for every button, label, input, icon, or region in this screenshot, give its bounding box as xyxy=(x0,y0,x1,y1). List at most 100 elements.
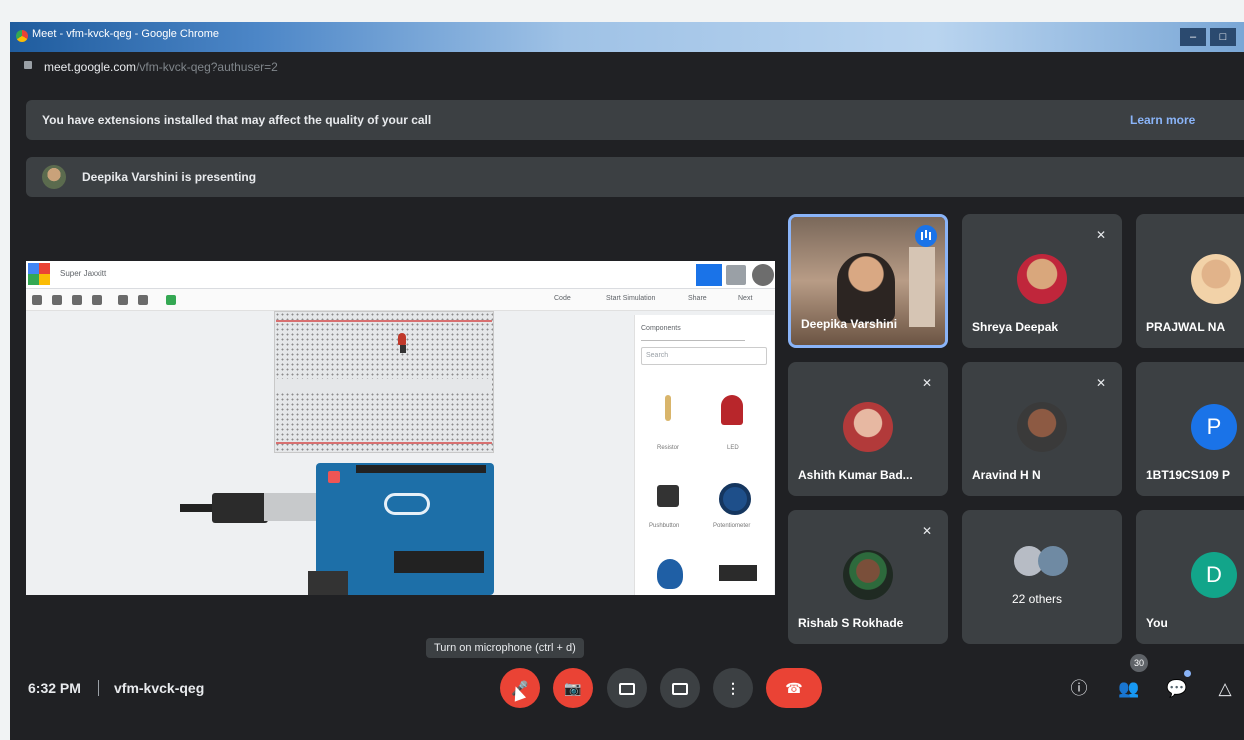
shared-app-header: Super Jaxxitt xyxy=(26,261,775,289)
bottom-bar: 6:32 PM vfm-kvck-qeg 🎤 📷 ⋮ ☎ ⓘ 30 👥 💬 △ xyxy=(10,654,1244,718)
learn-more-link[interactable]: Learn more xyxy=(1130,113,1195,127)
participant-tile[interactable]: Deepika Varshini xyxy=(788,214,948,348)
presenting-text: Deepika Varshini is presenting xyxy=(82,170,257,184)
more-options-button[interactable]: ⋮ xyxy=(713,668,753,708)
participant-avatar xyxy=(1191,254,1241,304)
participants-count-badge: 30 xyxy=(1130,654,1148,672)
arduino-reset-button xyxy=(328,471,340,483)
window-title: Meet - vfm-kvck-qeg - Google Chrome xyxy=(32,28,220,40)
url-path: /vfm-kvck-qeg?authuser=2 xyxy=(136,60,278,74)
url-text: meet.google.com/vfm-kvck-qeg?authuser=2 xyxy=(44,60,278,74)
people-icon[interactable]: 👥 xyxy=(1118,678,1140,700)
arduino-header xyxy=(356,465,486,473)
led-label: LED xyxy=(727,445,739,451)
color-swatch-icon xyxy=(166,295,176,305)
resistor-label: Resistor xyxy=(657,445,680,451)
shared-screen[interactable]: Super Jaxxitt Code Start Simulation Shar… xyxy=(26,261,775,595)
participant-tile[interactable]: P 1BT19CS109 P xyxy=(1136,362,1244,496)
chat-icon[interactable]: 💬 xyxy=(1166,678,1188,700)
shared-toolbar: Code Start Simulation Share Next xyxy=(26,289,775,311)
separator xyxy=(98,680,99,696)
extensions-warning-text: You have extensions installed that may a… xyxy=(42,113,432,127)
others-count: 22 others xyxy=(1012,592,1063,606)
participant-avatar xyxy=(1017,254,1067,304)
participant-name: Ashith Kumar Bad... xyxy=(798,468,913,482)
usb-plug xyxy=(212,493,268,523)
camera-button[interactable]: 📷 xyxy=(553,668,593,708)
start-simulation-label: Start Simulation xyxy=(606,295,656,302)
url-host: meet.google.com xyxy=(44,60,137,74)
video-person xyxy=(837,253,895,323)
captions-icon xyxy=(619,683,635,696)
meeting-info-icon[interactable]: ⓘ xyxy=(1068,678,1090,700)
lock-icon xyxy=(24,61,32,69)
mic-off-icon: ✕ xyxy=(1095,228,1107,242)
participant-name: 1BT19CS109 P xyxy=(1146,468,1231,482)
share-label: Share xyxy=(688,295,707,302)
participant-grid: Deepika Varshini ✕ Shreya Deepak PRAJWAL… xyxy=(788,214,1244,644)
capacitor-component xyxy=(657,559,683,589)
redo-tool-icon xyxy=(92,295,102,305)
slide-switch-component xyxy=(719,565,757,581)
minimize-button[interactable]: – xyxy=(1180,28,1206,46)
shared-blue-button xyxy=(696,264,722,286)
breadboard-rail-bottom xyxy=(276,442,492,444)
led-component xyxy=(398,333,406,345)
undo-tool-icon xyxy=(72,295,82,305)
code-label: Code xyxy=(554,295,571,302)
breadboard-gap xyxy=(276,379,492,393)
self-avatar: D xyxy=(1191,552,1237,598)
microphone-tooltip: Turn on microphone (ctrl + d) xyxy=(426,638,584,658)
participant-name: PRAJWAL NA xyxy=(1146,320,1226,334)
participant-tile[interactable]: 22 others xyxy=(962,510,1122,644)
chrome-icon xyxy=(16,30,28,42)
components-panel: Components Search Resistor LED Pushbutto… xyxy=(634,315,774,595)
present-button[interactable] xyxy=(660,668,700,708)
meeting-code: vfm-kvck-qeg xyxy=(114,680,205,696)
participant-name: Deepika Varshini xyxy=(801,317,898,331)
arduino-chip xyxy=(394,551,484,573)
clock-time: 6:32 PM xyxy=(28,680,81,696)
shared-doc-title: Super Jaxxitt xyxy=(60,269,107,278)
address-bar[interactable]: meet.google.com/vfm-kvck-qeg?authuser=2 xyxy=(10,52,1244,80)
components-select: Components xyxy=(641,323,745,341)
participant-tile[interactable]: ✕ Ashith Kumar Bad... xyxy=(788,362,948,496)
pushbutton-label: Pushbutton xyxy=(649,523,680,529)
participant-avatar xyxy=(1017,402,1067,452)
components-search: Search xyxy=(641,347,767,365)
video-background-shelf xyxy=(909,247,935,327)
pushbutton-component xyxy=(657,485,679,507)
participant-tile[interactable]: ✕ Shreya Deepak xyxy=(962,214,1122,348)
rotate-tool-icon xyxy=(32,295,42,305)
participant-tile[interactable]: ✕ Rishab S Rokhade xyxy=(788,510,948,644)
breadboard-rail-top xyxy=(276,320,492,322)
participant-avatar xyxy=(843,402,893,452)
app-logo xyxy=(28,263,50,285)
shared-user-avatar xyxy=(752,264,774,286)
chat-notification-dot xyxy=(1184,670,1191,677)
usb-port xyxy=(264,493,324,521)
participant-name: You xyxy=(1146,616,1168,630)
participant-tile[interactable]: ✕ Aravind H N xyxy=(962,362,1122,496)
presenter-avatar xyxy=(42,165,66,189)
participant-tile[interactable]: PRAJWAL NA xyxy=(1136,214,1244,348)
led-legs xyxy=(400,345,406,353)
note-tool-icon xyxy=(118,295,128,305)
hangup-button[interactable]: ☎ xyxy=(766,668,822,708)
meet-screen: Meet - vfm-kvck-qeg - Google Chrome – □ … xyxy=(10,22,1244,740)
resistor-component xyxy=(665,395,671,421)
dc-jack xyxy=(308,571,348,595)
extensions-banner: You have extensions installed that may a… xyxy=(26,100,1244,140)
participant-tile[interactable]: D You xyxy=(1136,510,1244,644)
activities-icon[interactable]: △ xyxy=(1214,678,1236,700)
captions-button[interactable] xyxy=(607,668,647,708)
shared-grid-icon xyxy=(726,265,746,285)
participant-avatar: P xyxy=(1191,404,1237,450)
participant-name: Shreya Deepak xyxy=(972,320,1059,334)
arduino-logo xyxy=(384,493,430,515)
maximize-button[interactable]: □ xyxy=(1210,28,1236,46)
mic-off-icon: ✕ xyxy=(921,524,933,538)
participant-name: Rishab S Rokhade xyxy=(798,616,904,630)
speaking-indicator-icon xyxy=(915,225,937,247)
participant-name: Aravind H N xyxy=(972,468,1041,482)
